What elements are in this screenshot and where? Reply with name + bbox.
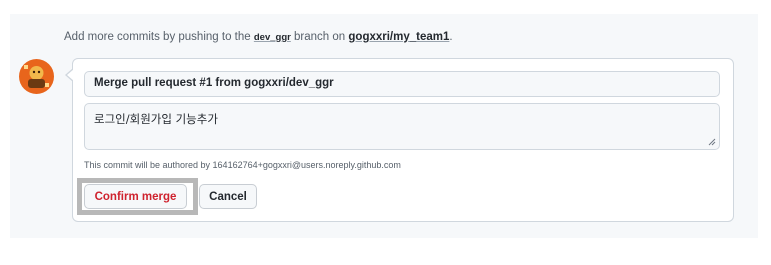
repo-link[interactable]: gogxxri/my_team1 bbox=[348, 31, 449, 43]
push-hint: Add more commits by pushing to the dev_g… bbox=[64, 31, 453, 43]
push-hint-middle: branch on bbox=[294, 31, 346, 43]
resize-grip-icon[interactable] bbox=[708, 138, 716, 146]
commit-body-text: 로그인/회원가입 기능추가 bbox=[94, 112, 218, 126]
push-hint-prefix: Add more commits by pushing to the bbox=[64, 31, 251, 43]
caret-left-inner bbox=[67, 69, 74, 81]
commit-title-input[interactable]: Merge pull request #1 from gogxxri/dev_g… bbox=[84, 71, 720, 97]
commit-body-textarea[interactable]: 로그인/회원가입 기능추가 bbox=[84, 103, 720, 150]
branch-link[interactable]: dev_ggr bbox=[254, 32, 291, 43]
cancel-button[interactable]: Cancel bbox=[199, 184, 257, 209]
user-avatar-icon[interactable] bbox=[19, 59, 54, 94]
confirm-merge-button[interactable]: Confirm merge bbox=[84, 184, 187, 209]
push-hint-suffix: . bbox=[449, 31, 453, 43]
author-note: This commit will be authored by 16416276… bbox=[84, 160, 401, 170]
